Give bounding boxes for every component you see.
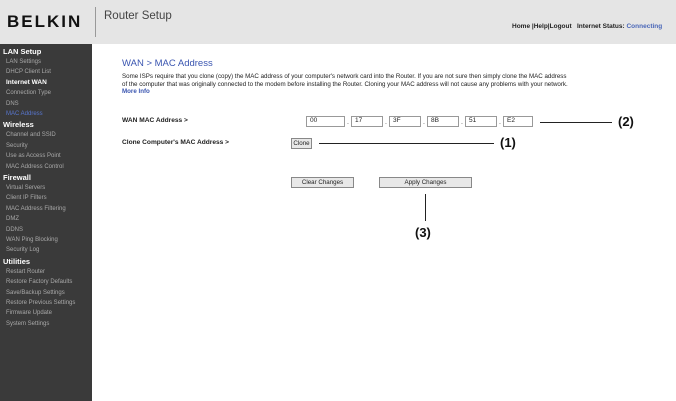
callout-2: (2) bbox=[618, 114, 634, 129]
sidebar-section-lan-setup: LAN Setup bbox=[3, 47, 42, 56]
internet-status-label: Internet Status: bbox=[577, 23, 625, 30]
callout-1: (1) bbox=[500, 135, 516, 150]
callout-line-1 bbox=[319, 143, 494, 144]
callout-line-3 bbox=[425, 194, 426, 221]
callout-line-2 bbox=[540, 122, 612, 123]
sidebar-item-restart-router[interactable]: Restart Router bbox=[0, 267, 92, 277]
sidebar-section-firewall: Firewall bbox=[3, 173, 31, 182]
sidebar-item-client-ip-filters[interactable]: Client IP Filters bbox=[0, 193, 92, 203]
sidebar-item-dhcp-client-list[interactable]: DHCP Client List bbox=[0, 67, 92, 77]
logout-link[interactable]: Logout bbox=[550, 23, 572, 30]
internet-status: Internet Status: Connecting bbox=[577, 23, 676, 30]
sidebar-item-virtual-servers[interactable]: Virtual Servers bbox=[0, 183, 92, 193]
mac-separator: . bbox=[499, 119, 501, 126]
sidebar-item-ddns[interactable]: DDNS bbox=[0, 225, 92, 235]
belkin-logo: BELKIN bbox=[7, 12, 83, 31]
sidebar-item-lan-settings[interactable]: LAN Settings bbox=[0, 57, 92, 67]
clear-changes-button[interactable]: Clear Changes bbox=[291, 177, 354, 188]
callout-3: (3) bbox=[415, 225, 431, 240]
sidebar-item-wan-ping-blocking[interactable]: WAN Ping Blocking bbox=[0, 235, 92, 245]
internet-status-value: Connecting bbox=[626, 23, 663, 30]
sidebar-section-utilities: Utilities bbox=[3, 256, 31, 266]
header-divider bbox=[95, 7, 96, 37]
sidebar-item-firmware-update[interactable]: Firmware Update bbox=[0, 308, 92, 318]
sidebar-item-mac-address-control[interactable]: MAC Address Control bbox=[0, 162, 92, 172]
sidebar-section-wireless: Wireless bbox=[3, 120, 34, 130]
sidebar-item-save-backup-settings[interactable]: Save/Backup Settings bbox=[0, 288, 92, 298]
sidebar: LAN Setup LAN Settings DHCP Client List Int… bbox=[0, 44, 92, 401]
top-links: Home |Help|Logout bbox=[512, 23, 572, 30]
mac-separator: . bbox=[347, 119, 349, 126]
sidebar-item-restore-factory-defaults[interactable]: Restore Factory Defaults bbox=[0, 277, 92, 287]
main-content: WAN > MAC Address Some ISPs require that… bbox=[92, 44, 676, 401]
mac-octet-field[interactable]: E2 bbox=[503, 116, 533, 127]
description-text: Some ISPs require that you clone (copy) … bbox=[122, 73, 568, 88]
home-link[interactable]: Home bbox=[512, 23, 530, 30]
mac-octet-field[interactable]: 8B bbox=[427, 116, 459, 127]
sidebar-item-dns[interactable]: DNS bbox=[0, 99, 92, 109]
clone-button[interactable]: Clone bbox=[291, 138, 312, 149]
sidebar-item-restore-previous-settings[interactable]: Restore Previous Settings bbox=[0, 298, 92, 308]
header: BELKIN Router Setup Home |Help|Logout In… bbox=[0, 0, 676, 44]
wan-mac-label: WAN MAC Address > bbox=[122, 117, 188, 124]
mac-separator: . bbox=[385, 119, 387, 126]
help-link[interactable]: Help bbox=[534, 23, 548, 30]
sidebar-item-mac-address[interactable]: MAC Address bbox=[0, 109, 92, 119]
mac-octet-field[interactable]: 00 bbox=[306, 116, 345, 127]
sidebar-item-channel-and-ssid[interactable]: Channel and SSID bbox=[0, 130, 92, 140]
apply-changes-button[interactable]: Apply Changes bbox=[379, 177, 472, 188]
sidebar-item-security-log[interactable]: Security Log bbox=[0, 245, 92, 255]
sidebar-item-internet-wan[interactable]: Internet WAN bbox=[0, 78, 92, 88]
clone-label: Clone Computer's MAC Address > bbox=[122, 139, 230, 146]
description: Some ISPs require that you clone (copy) … bbox=[122, 73, 568, 96]
mac-octet-field[interactable]: 51 bbox=[465, 116, 497, 127]
sidebar-item-mac-address-filtering[interactable]: MAC Address Filtering bbox=[0, 204, 92, 214]
mac-separator: . bbox=[461, 119, 463, 126]
more-info-link[interactable]: More Info bbox=[122, 88, 150, 95]
sidebar-item-dmz[interactable]: DMZ bbox=[0, 214, 92, 224]
sidebar-item-connection-type[interactable]: Connection Type bbox=[0, 88, 92, 98]
mac-octet-field[interactable]: 3F bbox=[389, 116, 421, 127]
sidebar-item-use-as-access-point[interactable]: Use as Access Point bbox=[0, 151, 92, 161]
sidebar-item-security[interactable]: Security bbox=[0, 141, 92, 151]
mac-octet-field[interactable]: 17 bbox=[351, 116, 383, 127]
sidebar-item-system-settings[interactable]: System Settings bbox=[0, 319, 92, 329]
app-title: Router Setup bbox=[104, 10, 172, 22]
page-title: WAN > MAC Address bbox=[122, 58, 213, 69]
mac-separator: . bbox=[423, 119, 425, 126]
